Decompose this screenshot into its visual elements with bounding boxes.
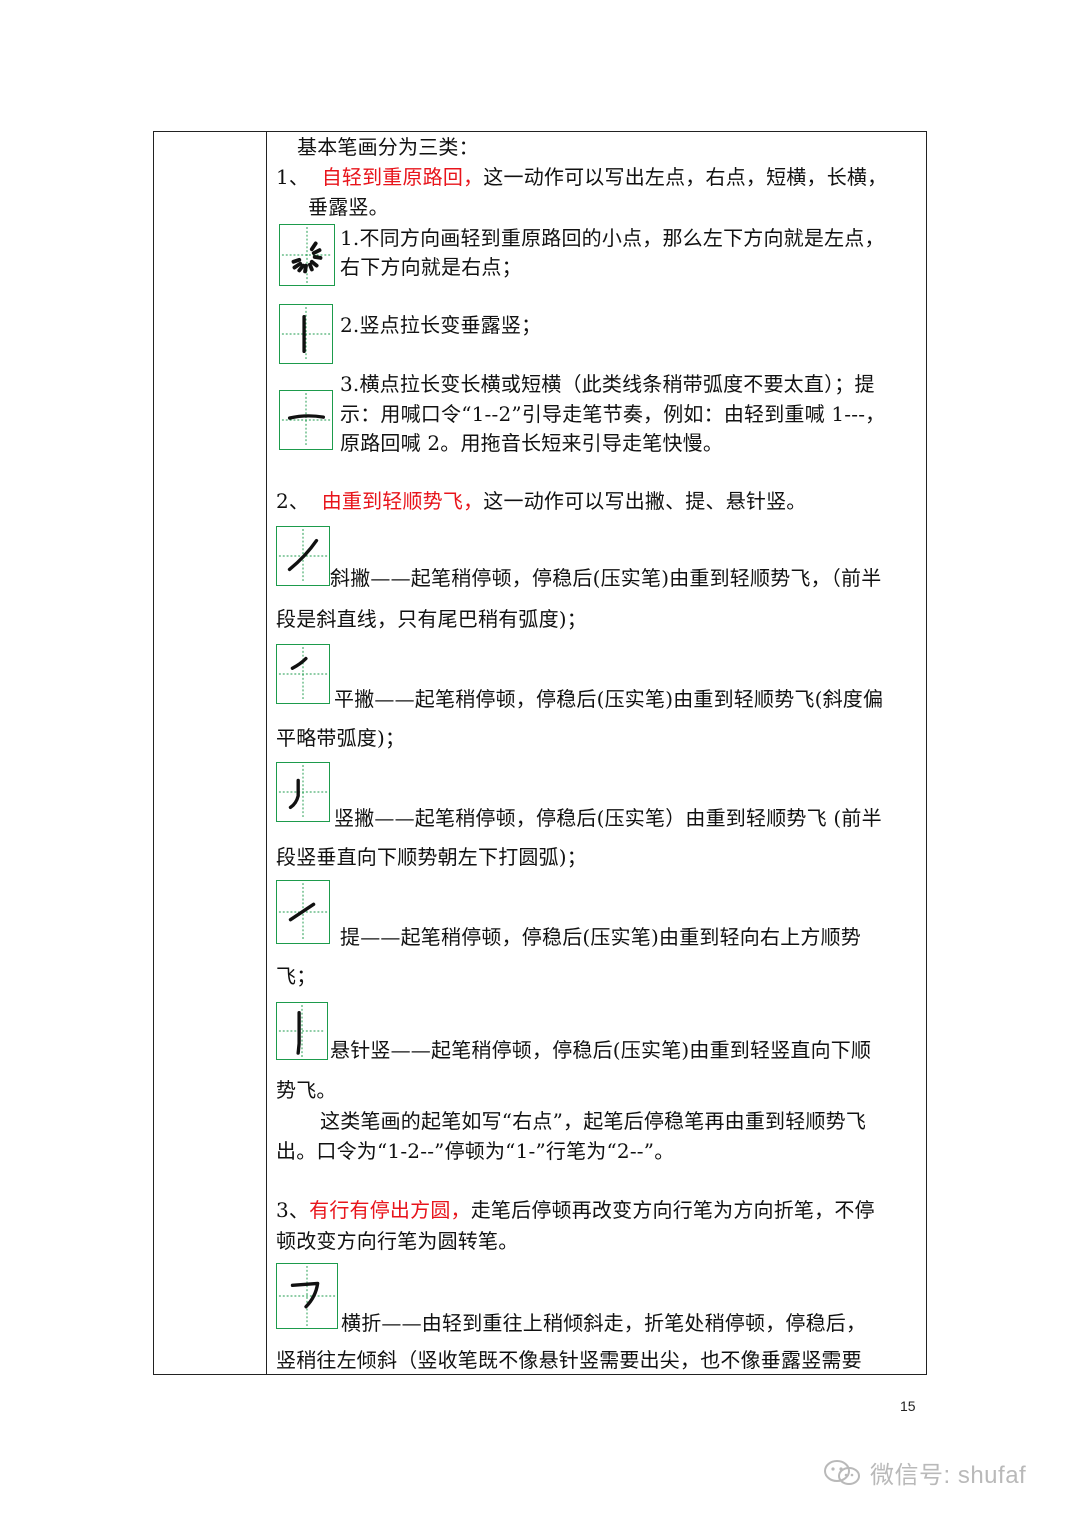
section-3-desc-cont: 顿改变方向行笔为圆转笔。 (276, 1229, 519, 1253)
intro-text: 基本笔画分为三类： (297, 135, 479, 159)
shupie-line-1: 竖撇——起笔稍停顿，停稳后(压实笔）由重到轻顺势飞 (前半 (334, 806, 882, 830)
section-3-number: 3、 (276, 1198, 310, 1222)
section-2-number: 2、 (276, 489, 310, 513)
horizontal-stroke-icon (279, 390, 333, 450)
pingpie-line-2: 平略带弧度)； (276, 726, 406, 750)
section-1-desc-cont: 垂露竖。 (308, 195, 389, 219)
pingpie-line-1: 平撇——起笔稍停顿，停稳后(压实笔)由重到轻顺势飞(斜度偏 (334, 687, 884, 711)
left-column-cell (154, 132, 267, 1374)
xiepie-line-2: 段是斜直线，只有尾巴稍有弧度)； (276, 607, 588, 631)
needle-vertical-icon (276, 1002, 328, 1060)
section-2-desc: 这一动作可以写出撇、提、悬针竖。 (483, 489, 807, 513)
page-number: 15 (900, 1398, 916, 1414)
hengzhe-line-1: 横折——由轻到重往上稍倾斜走，折笔处稍停顿，停稳后， (341, 1311, 867, 1335)
section-1-number: 1、 (276, 165, 310, 189)
note-line-1: 这类笔画的起笔如写“右点”，起笔后停稳笔再由重到轻顺势飞 (320, 1109, 867, 1133)
watermark: 微信号: shufaf (822, 1455, 1026, 1490)
section-1-rule: 自轻到重原路回， (321, 165, 484, 189)
section-1-desc: 这一动作可以写出左点，右点，短横，长横， (483, 165, 888, 189)
section-2-rule: 由重到轻顺势飞， (321, 489, 484, 513)
section-3-desc: 走笔后停顿再改变方向行笔为方向折笔，不停 (470, 1198, 875, 1222)
ti-line-1: 提——起笔稍停顿，停稳后(压实笔)由重到轻向右上方顺势 (340, 925, 862, 949)
vertical-stroke-icon (279, 304, 333, 364)
item-3-line-3: 原路回喊 2。用拖音长短来引导走笔快慢。 (340, 431, 724, 455)
ti-stroke-icon (276, 880, 330, 944)
hengzhe-line-2: 竖稍往左倾斜（竖收笔既不像悬针竖需要出尖，也不像垂露竖需要 (276, 1348, 862, 1372)
section-3-heading: 3、有行有停出方圆，走笔后停顿再改变方向行笔为方向折笔，不停 (276, 1195, 875, 1226)
xiepie-line-1: 斜撇——起笔稍停顿，停稳后(压实笔)由重到轻顺势飞，（前半 (330, 566, 882, 590)
xuanzhen-line-1: 悬针竖——起笔稍停顿，停稳后(压实笔)由重到轻竖直向下顺 (330, 1038, 872, 1062)
watermark-text: 微信号: shufaf (870, 1462, 1027, 1489)
section-2-heading: 2、 由重到轻顺势飞，这一动作可以写出撇、提、悬针竖。 (276, 486, 807, 517)
item-2-line-1: 2.竖点拉长变垂露竖； (340, 313, 542, 337)
heng-zhe-icon (276, 1263, 338, 1329)
shupie-line-2: 段竖垂直向下顺势朝左下打圆弧)； (276, 845, 588, 869)
item-3-line-2: 示：用喊口令“1--2”引导走笔节奏，例如：由轻到重喊 1---， (340, 402, 886, 426)
wechat-icon (822, 1458, 862, 1488)
item-1-line-2: 右下方向就是右点； (340, 255, 522, 279)
ti-line-2: 飞； (276, 964, 317, 988)
xuanzhen-line-2: 势飞。 (276, 1078, 337, 1102)
item-1-line-1: 1.不同方向画轻到重原路回的小点，那么左下方向就是左点， (340, 226, 885, 250)
note-line-2: 出。口令为“1-2--”停顿为“1-”行笔为“2--”。 (276, 1139, 675, 1163)
section-1-heading: 1、 自轻到重原路回，这一动作可以写出左点，右点，短横，长横， (276, 162, 887, 193)
flat-pie-icon (276, 644, 330, 704)
vertical-pie-icon (276, 762, 330, 822)
section-3-rule: 有行有停出方圆， (309, 1198, 471, 1222)
slant-pie-icon (276, 526, 330, 586)
dots-stroke-icon (279, 224, 335, 286)
item-3-line-1: 3.横点拉长变长横或短横（此类线条稍带弧度不要太直）；提 (340, 372, 875, 396)
content-table: 基本笔画分为三类： 1、 自轻到重原路回，这一动作可以写出左点，右点，短横，长横… (153, 131, 927, 1375)
